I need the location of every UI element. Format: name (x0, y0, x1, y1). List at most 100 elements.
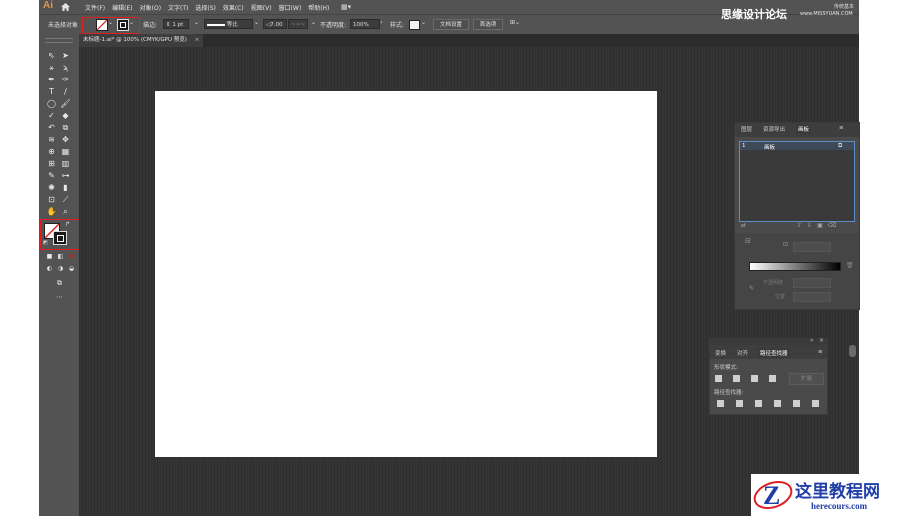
gradient-type-icon[interactable]: ⊟ (745, 237, 751, 245)
crop-icon[interactable] (774, 400, 781, 407)
selection-tool-icon[interactable]: ⇖ (46, 51, 57, 61)
ellipse-tool-icon[interactable]: ◯ (46, 99, 57, 109)
lasso-icon[interactable]: ϡ (60, 63, 71, 73)
exclude-icon[interactable] (769, 375, 776, 382)
gradient-tool-icon[interactable]: ▥ (60, 159, 71, 169)
menu-view[interactable]: 视图(V) (251, 3, 272, 12)
grid-icon[interactable]: ▦▾ (341, 3, 351, 11)
free-transform-icon[interactable]: ✥ (60, 135, 71, 145)
eyedropper-icon[interactable]: ✎ (749, 285, 754, 292)
more-tools-icon[interactable]: ⋯ (54, 292, 65, 302)
chevron-down-icon[interactable]: ⌄ (311, 19, 316, 26)
draw-behind-icon[interactable]: ◑ (55, 264, 66, 274)
scrollbar-thumb[interactable] (849, 345, 856, 357)
tab-artboards[interactable]: 画板 (796, 124, 812, 134)
collapse-icon[interactable]: » (810, 337, 814, 344)
paintbrush-icon[interactable]: 🖌 (60, 99, 71, 109)
trash-icon[interactable]: 🗑 (846, 262, 854, 269)
arrange-icon[interactable]: ⊞⌄ (510, 19, 520, 26)
magic-wand-icon[interactable]: ⚹ (46, 63, 57, 73)
preferences-button[interactable]: 首选项 (473, 19, 503, 30)
menu-select[interactable]: 选择(S) (195, 3, 216, 12)
pen-tool-icon[interactable]: ✒ (46, 75, 57, 85)
menu-window[interactable]: 窗口(W) (279, 3, 302, 12)
opacity-field[interactable]: 100% (350, 19, 380, 29)
symbol-sprayer-icon[interactable]: ✺ (46, 183, 57, 193)
menu-effect[interactable]: 效果(C) (223, 3, 244, 12)
move-down-icon[interactable]: ⇩ (807, 222, 817, 229)
tab-layers[interactable]: 图层 (741, 125, 752, 133)
hand-tool-icon[interactable]: ✋ (46, 207, 57, 217)
menu-edit[interactable]: 编辑(E) (112, 3, 132, 12)
draw-normal-icon[interactable]: ◐ (44, 264, 55, 274)
new-artboard-icon[interactable]: ▣ (817, 222, 828, 229)
panel-grip[interactable] (45, 38, 73, 43)
gradient-slider[interactable] (749, 262, 841, 271)
artboard[interactable] (155, 91, 657, 457)
divide-icon[interactable] (717, 400, 724, 407)
artboard-options-icon[interactable]: ⧉ (838, 142, 842, 150)
line-tool-icon[interactable]: ∕ (60, 87, 71, 97)
eraser-icon[interactable]: ◆ (60, 111, 71, 121)
menu-type[interactable]: 文字(T) (168, 3, 188, 12)
panel-menu-icon[interactable]: ≡ (818, 349, 823, 355)
stroke-profile-dropdown[interactable]: 等比 (204, 19, 253, 29)
minus-back-icon[interactable] (812, 400, 819, 407)
artboard-tool-icon[interactable]: ⊡ (46, 195, 57, 205)
tab-asset-export[interactable]: 资源导出 (763, 125, 785, 133)
color-mode-icon[interactable]: ■ (44, 252, 55, 262)
eyedropper-icon[interactable]: ✎ (46, 171, 57, 181)
gradient-mode-icon[interactable]: ◧ (55, 252, 66, 262)
menu-object[interactable]: 对象(O) (140, 3, 161, 12)
chevron-right-icon[interactable]: › (380, 19, 382, 26)
curvature-tool-icon[interactable]: ✑ (60, 75, 71, 85)
brush-size-field[interactable]: ◁7.00 (263, 19, 287, 29)
shape-builder-icon[interactable]: ⊕ (46, 147, 57, 157)
chevron-down-icon[interactable]: ⌄ (254, 19, 259, 26)
menu-file[interactable]: 文件(F) (85, 3, 105, 12)
warp-tool-icon[interactable]: ≋ (46, 135, 57, 145)
tab-transform[interactable]: 变换 (715, 349, 726, 357)
rotate-tool-icon[interactable]: ↶ (46, 123, 57, 133)
slice-tool-icon[interactable]: ⟋ (60, 195, 71, 205)
style-swatch[interactable] (409, 20, 420, 30)
home-icon[interactable] (60, 2, 71, 12)
type-tool-icon[interactable]: T (46, 87, 57, 97)
intersect-icon[interactable] (751, 375, 758, 382)
menu-help[interactable]: 帮助(H) (308, 3, 329, 12)
trim-icon[interactable] (736, 400, 743, 407)
outline-icon[interactable] (793, 400, 800, 407)
move-up-icon[interactable]: ⇧ (797, 222, 807, 229)
minus-front-icon[interactable] (733, 375, 740, 382)
draw-inside-icon[interactable]: ◒ (66, 264, 77, 274)
column-graph-icon[interactable]: ▮ (60, 183, 71, 193)
document-setup-button[interactable]: 文档设置 (433, 19, 469, 30)
workspace-label[interactable]: 传统基本 (834, 3, 854, 10)
screen-mode-icon[interactable]: ⧉ (54, 278, 65, 288)
perspective-grid-icon[interactable]: ▦ (60, 147, 71, 157)
close-icon[interactable]: × (819, 337, 824, 344)
unite-icon[interactable] (715, 375, 722, 382)
stroke-weight-field[interactable]: ⇕ 1 pt (163, 19, 189, 29)
direct-selection-tool-icon[interactable]: ➤ (60, 51, 71, 61)
close-icon[interactable]: × (195, 37, 200, 43)
merge-icon[interactable] (755, 400, 762, 407)
list-item[interactable]: 1 画板 ⧉ (740, 142, 854, 151)
blend-tool-icon[interactable]: ⊶ (60, 171, 71, 181)
zoom-tool-icon[interactable]: ⌕ (60, 207, 71, 217)
delete-icon[interactable]: ⌫ (828, 222, 841, 229)
shaper-tool-icon[interactable]: ✓ (46, 111, 57, 121)
opacity-field[interactable] (793, 278, 831, 288)
brush-definition-dropdown[interactable]: ~~~ (288, 19, 308, 29)
chevron-down-icon[interactable]: ⌄ (194, 19, 199, 26)
scale-tool-icon[interactable]: ⧉ (60, 123, 71, 133)
chevron-down-icon[interactable]: ⌄ (421, 19, 426, 26)
rearrange-icon[interactable]: ⇄ (741, 222, 746, 229)
angle-field[interactable] (793, 242, 831, 252)
mesh-tool-icon[interactable]: ⊞ (46, 159, 57, 169)
position-field[interactable] (793, 292, 831, 302)
stroke-gradient-icon[interactable]: ⊡ (783, 241, 788, 248)
stepper-icon[interactable]: ⇕ (166, 22, 171, 28)
document-tab[interactable]: 未标题-1.ai* @ 100% (CMYK/GPU 预览) × (79, 34, 204, 47)
expand-button[interactable]: 扩展 (789, 373, 824, 385)
